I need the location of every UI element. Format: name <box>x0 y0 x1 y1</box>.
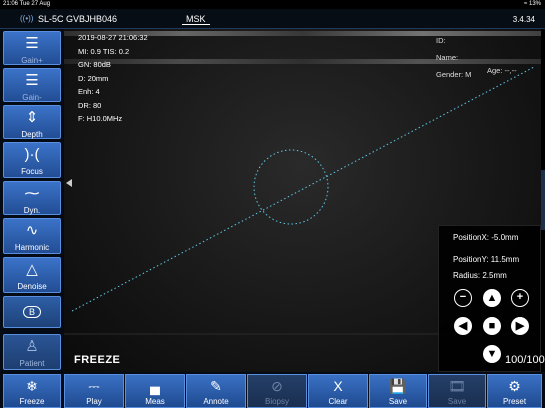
harmonic-wave-icon: ∿ <box>25 222 39 239</box>
confirm-button[interactable]: ■ <box>483 317 501 335</box>
wifi-icon: ≈ <box>524 1 528 7</box>
clear-button[interactable]: X Clear <box>308 374 368 408</box>
dynamic-range-button[interactable]: ⁓ Dyn. <box>3 181 61 215</box>
move-down-button[interactable]: ▼ <box>483 345 501 363</box>
arrow-left-icon: ◀ <box>458 320 468 332</box>
measure-button[interactable]: ▄ Meas <box>125 374 185 408</box>
depth-value: D: 20mm <box>78 73 109 83</box>
focus-icon: )·( <box>24 146 40 163</box>
header-bar: ((•)) SL-5C GVBJHB046 MSK 3.4.34 <box>0 9 545 29</box>
patient-icon: ♙ <box>25 338 39 355</box>
status-bar: 21:06 Tue 27 Aug ≈ 13% <box>0 0 545 9</box>
gain-down-button[interactable]: ☰ Gain- <box>3 68 61 102</box>
side-drawer-handle[interactable] <box>541 170 545 230</box>
play-button[interactable]: ⎓ Play <box>64 374 124 408</box>
denoise-button[interactable]: △ Denoise <box>3 257 61 293</box>
patient-info: ID: Name: Gender: M <box>436 32 471 83</box>
biopsy-icon: ⊘ <box>271 378 283 394</box>
gain-down-icon: ☰ <box>25 72 39 89</box>
battery-indicator: ≈ 13% <box>524 1 541 7</box>
snowflake-icon: ❄ <box>26 378 38 394</box>
enhancement-value: Enh: 4 <box>78 87 100 96</box>
patient-id: ID: <box>436 36 446 45</box>
app-version: 3.4.34 <box>512 15 535 24</box>
depth-arrows-icon: ⇕ <box>25 109 39 126</box>
move-left-button[interactable]: ◀ <box>454 317 472 335</box>
clear-x-icon: X <box>333 378 343 394</box>
exam-datetime: 2019-08-27 21:06:32 <box>78 33 148 42</box>
save-video-button[interactable]: 🎞 Save <box>428 374 486 408</box>
position-x: PositionX: -5.0mm <box>453 233 519 242</box>
freeze-status: FREEZE <box>74 354 121 366</box>
preset-button[interactable]: ⚙ Preset <box>487 374 542 408</box>
gain-up-button[interactable]: ☰ Gain+ <box>3 31 61 65</box>
harmonic-button[interactable]: ∿ Harmonic <box>3 218 61 254</box>
annotate-button[interactable]: ✎ Annote <box>186 374 246 408</box>
frame-counter: 100/100 <box>505 354 545 366</box>
position-y: PositionY: 11.5mm <box>453 255 520 264</box>
status-time: 21:06 Tue 27 Aug <box>3 1 51 7</box>
patient-age: Age: --,-- <box>487 66 517 75</box>
dynamic-range-value: DR: 80 <box>78 100 102 110</box>
freeze-button[interactable]: ❄ Freeze <box>3 374 61 408</box>
gear-icon: ⚙ <box>508 378 521 394</box>
arrow-up-icon: ▲ <box>486 292 498 304</box>
focus-marker-icon <box>66 179 72 187</box>
save-image-icon: 💾 <box>389 378 407 394</box>
ruler-icon: ▄ <box>150 378 160 394</box>
enlarge-button[interactable]: + <box>511 289 529 307</box>
imaging-parameters: 2019-08-27 21:06:32 MI: 0.9 TIS: 0.2 GN:… <box>78 31 148 126</box>
biopsy-button[interactable]: ⊘ Biopsy <box>247 374 307 408</box>
arrow-down-icon: ▼ <box>486 348 498 360</box>
exam-preset-tab[interactable]: MSK <box>182 14 210 25</box>
annotation-icon: ✎ <box>210 378 222 394</box>
mi-tis-value: MI: 0.9 TIS: 0.2 <box>78 46 130 56</box>
denoise-fan-icon: △ <box>26 261 38 278</box>
patient-name: Name: <box>436 53 459 62</box>
move-right-button[interactable]: ▶ <box>511 317 529 335</box>
roi-control-panel: PositionX: -5.0mm PositionY: 11.5mm Radi… <box>438 225 545 372</box>
bottom-toolbar: ❄ Freeze ⎓ Play ▄ Meas ✎ Annote ⊘ Biopsy… <box>0 372 545 408</box>
focus-button[interactable]: )·( Focus <box>3 142 61 178</box>
frequency-value: F: H10.0MHz <box>78 114 123 123</box>
shrink-button[interactable]: − <box>454 289 472 307</box>
play-bars-icon: ⎓ <box>88 378 100 394</box>
gain-value: GN: 80dB <box>78 60 111 69</box>
roi-circle <box>253 149 329 225</box>
plus-icon: + <box>516 291 524 303</box>
left-sidebar: ☰ Gain+ ☰ Gain- ⇕ Depth )·( Focus ⁓ Dyn.… <box>0 29 64 372</box>
minus-icon: − <box>459 291 467 303</box>
move-up-button[interactable]: ▲ <box>483 289 501 307</box>
probe-signal-icon: ((•)) <box>20 14 34 23</box>
save-video-icon: 🎞 <box>448 378 466 394</box>
arrow-right-icon: ▶ <box>515 320 525 332</box>
radius-value: Radius: 2.5mm <box>453 271 507 280</box>
patient-gender: Gender: M <box>436 70 472 79</box>
probe-name: SL-5C GVBJHB046 <box>38 14 118 24</box>
gain-up-icon: ☰ <box>25 35 39 52</box>
b-mode-button[interactable]: B <box>3 296 61 328</box>
dynamic-range-icon: ⁓ <box>24 185 40 202</box>
stop-square-icon: ■ <box>488 320 496 332</box>
patient-button[interactable]: ♙ Patient <box>3 334 61 370</box>
b-mode-label: B <box>22 306 41 318</box>
depth-button[interactable]: ⇕ Depth <box>3 105 61 139</box>
save-image-button[interactable]: 💾 Save <box>369 374 427 408</box>
